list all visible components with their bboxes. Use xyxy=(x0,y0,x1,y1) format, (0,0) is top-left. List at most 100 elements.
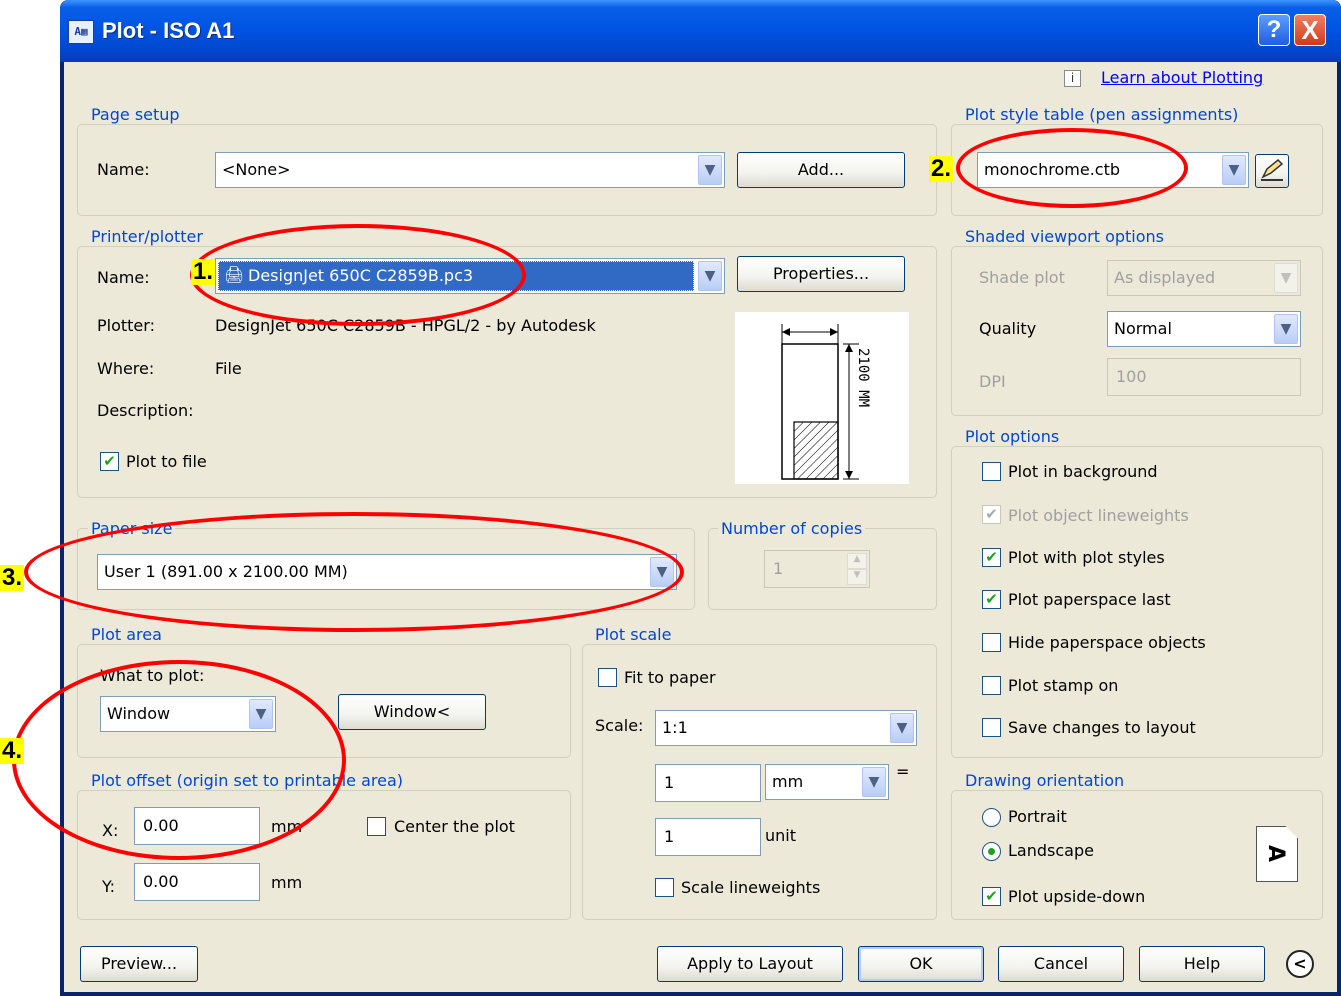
title-bar[interactable]: A▦ Plot - ISO A1 ? X xyxy=(60,0,1341,62)
plot-options-title: Plot options xyxy=(962,428,1063,446)
save-changes-to-layout-label: Save changes to layout xyxy=(1008,718,1196,737)
add-page-setup-button[interactable]: Add... xyxy=(737,152,905,188)
paper-preview-drawing: 2100 MM xyxy=(781,324,871,480)
printer-properties-button[interactable]: Properties... xyxy=(737,256,905,292)
annotation-ellipse-3 xyxy=(24,512,684,632)
y-label: Y: xyxy=(102,877,116,896)
plot-upside-down-checkbox[interactable]: ✔ xyxy=(982,887,1001,906)
spin-down-icon[interactable]: ▼ xyxy=(847,569,867,585)
portrait-label: Portrait xyxy=(1008,807,1067,826)
page-setup-name-label: Name: xyxy=(97,160,150,179)
close-button[interactable]: X xyxy=(1294,14,1326,46)
plot-paperspace-last-label: Plot paperspace last xyxy=(1008,590,1171,609)
page-setup-name-combo[interactable]: <None> ▼ xyxy=(215,152,725,188)
center-plot-label: Center the plot xyxy=(394,817,515,836)
plot-to-file-checkbox[interactable]: ✔ xyxy=(100,452,119,471)
edit-plot-style-button[interactable] xyxy=(1255,154,1289,188)
portrait-radio[interactable] xyxy=(982,808,1001,827)
help-button[interactable]: Help xyxy=(1139,946,1265,982)
quality-value: Normal xyxy=(1114,319,1172,338)
equals-sign: = xyxy=(896,762,910,781)
annotation-ellipse-4 xyxy=(12,660,346,860)
annotation-marker-1: 1. xyxy=(191,258,216,285)
plot-in-background-checkbox[interactable] xyxy=(982,462,1001,481)
chevron-down-icon[interactable]: ▼ xyxy=(1274,314,1298,344)
scale-unit-field[interactable]: 1 xyxy=(655,818,761,856)
preview-button[interactable]: Preview... xyxy=(80,946,198,982)
chevron-down-icon[interactable]: ▼ xyxy=(862,767,886,797)
scale-lineweights-label: Scale lineweights xyxy=(681,878,821,897)
chevron-down-icon[interactable]: ▼ xyxy=(698,261,722,291)
scale-label: Scale: xyxy=(595,716,644,735)
printer-plotter-title: Printer/plotter xyxy=(88,228,206,246)
quality-label: Quality xyxy=(979,319,1037,338)
plot-in-background-label: Plot in background xyxy=(1008,462,1158,481)
orientation-preview-icon: A xyxy=(1256,826,1298,882)
plot-paperspace-last-checkbox[interactable]: ✔ xyxy=(982,590,1001,609)
copies-title: Number of copies xyxy=(718,520,866,538)
landscape-label: Landscape xyxy=(1008,841,1094,860)
quality-combo[interactable]: Normal ▼ xyxy=(1107,311,1301,347)
shade-plot-label: Shade plot xyxy=(979,268,1065,287)
scale-lineweights-checkbox[interactable] xyxy=(655,878,674,897)
chevron-down-icon[interactable]: ▼ xyxy=(1274,263,1298,293)
annotation-ellipse-1 xyxy=(190,224,526,326)
spin-up-icon[interactable]: ▲ xyxy=(847,553,867,569)
where-label: Where: xyxy=(97,359,155,378)
dpi-field[interactable]: 100 xyxy=(1107,358,1301,396)
page-setup-name-value: <None> xyxy=(222,160,291,179)
chevron-down-icon[interactable]: ▼ xyxy=(1222,155,1246,185)
plot-stamp-on-checkbox[interactable] xyxy=(982,676,1001,695)
fit-to-paper-label: Fit to paper xyxy=(624,668,716,687)
scale-combo[interactable]: 1:1 ▼ xyxy=(655,710,917,746)
scale-unit-value: mm xyxy=(772,772,804,791)
drawing-orientation-title: Drawing orientation xyxy=(962,772,1128,790)
pencil-icon xyxy=(1261,158,1284,181)
plot-object-lineweights-checkbox[interactable]: ✔ xyxy=(982,505,1001,524)
where-value: File xyxy=(215,359,242,378)
apply-to-layout-button[interactable]: Apply to Layout xyxy=(657,946,843,982)
scale-value: 1:1 xyxy=(662,718,688,737)
hide-paperspace-objects-label: Hide paperspace objects xyxy=(1008,633,1206,652)
plot-with-plot-styles-checkbox[interactable]: ✔ xyxy=(982,548,1001,567)
ok-button[interactable]: OK xyxy=(858,946,984,982)
info-icon: i xyxy=(1064,70,1081,87)
preview-dimension-text: 2100 MM xyxy=(855,348,871,407)
chevron-down-icon[interactable]: ▼ xyxy=(698,155,722,185)
annotation-marker-2: 2. xyxy=(929,155,954,182)
plot-scale-title: Plot scale xyxy=(592,626,675,644)
shade-plot-value: As displayed xyxy=(1114,268,1216,287)
dpi-label: DPI xyxy=(979,372,1006,391)
plot-with-plot-styles-label: Plot with plot styles xyxy=(1008,548,1165,567)
y-offset-field[interactable]: 0.00 xyxy=(134,863,260,901)
shaded-viewport-title: Shaded viewport options xyxy=(962,228,1167,246)
printer-name-label: Name: xyxy=(97,268,150,287)
chevron-down-icon[interactable]: ▼ xyxy=(890,713,914,743)
annotation-ellipse-2 xyxy=(956,128,1188,208)
landscape-radio[interactable] xyxy=(982,842,1001,861)
learn-about-plotting-link[interactable]: Learn about Plotting xyxy=(1101,68,1263,88)
annotation-marker-4: 4. xyxy=(0,737,25,764)
orientation-letter: A xyxy=(1263,844,1289,863)
center-plot-checkbox[interactable] xyxy=(367,817,386,836)
window-select-button[interactable]: Window< xyxy=(338,694,486,730)
copies-value: 1 xyxy=(773,559,784,578)
window-title: Plot - ISO A1 xyxy=(102,18,235,43)
plotter-label: Plotter: xyxy=(97,316,155,335)
plot-stamp-on-label: Plot stamp on xyxy=(1008,676,1119,695)
plot-style-title: Plot style table (pen assignments) xyxy=(962,106,1242,124)
help-title-button[interactable]: ? xyxy=(1258,14,1290,46)
scale-mm-field[interactable]: 1 xyxy=(655,764,761,802)
save-changes-to-layout-checkbox[interactable] xyxy=(982,718,1001,737)
plot-to-file-label: Plot to file xyxy=(126,452,207,471)
page-setup-title: Page setup xyxy=(88,106,183,124)
more-options-icon[interactable]: < xyxy=(1286,950,1314,978)
shade-plot-combo[interactable]: As displayed ▼ xyxy=(1107,260,1301,296)
fit-to-paper-checkbox[interactable] xyxy=(598,668,617,687)
cancel-button[interactable]: Cancel xyxy=(998,946,1124,982)
hide-paperspace-objects-checkbox[interactable] xyxy=(982,633,1001,652)
y-unit-label: mm xyxy=(271,873,303,892)
copies-spinner[interactable]: 1 ▲ ▼ xyxy=(764,550,870,588)
plot-area-title: Plot area xyxy=(88,626,165,644)
scale-unit-combo[interactable]: mm ▼ xyxy=(765,764,889,800)
